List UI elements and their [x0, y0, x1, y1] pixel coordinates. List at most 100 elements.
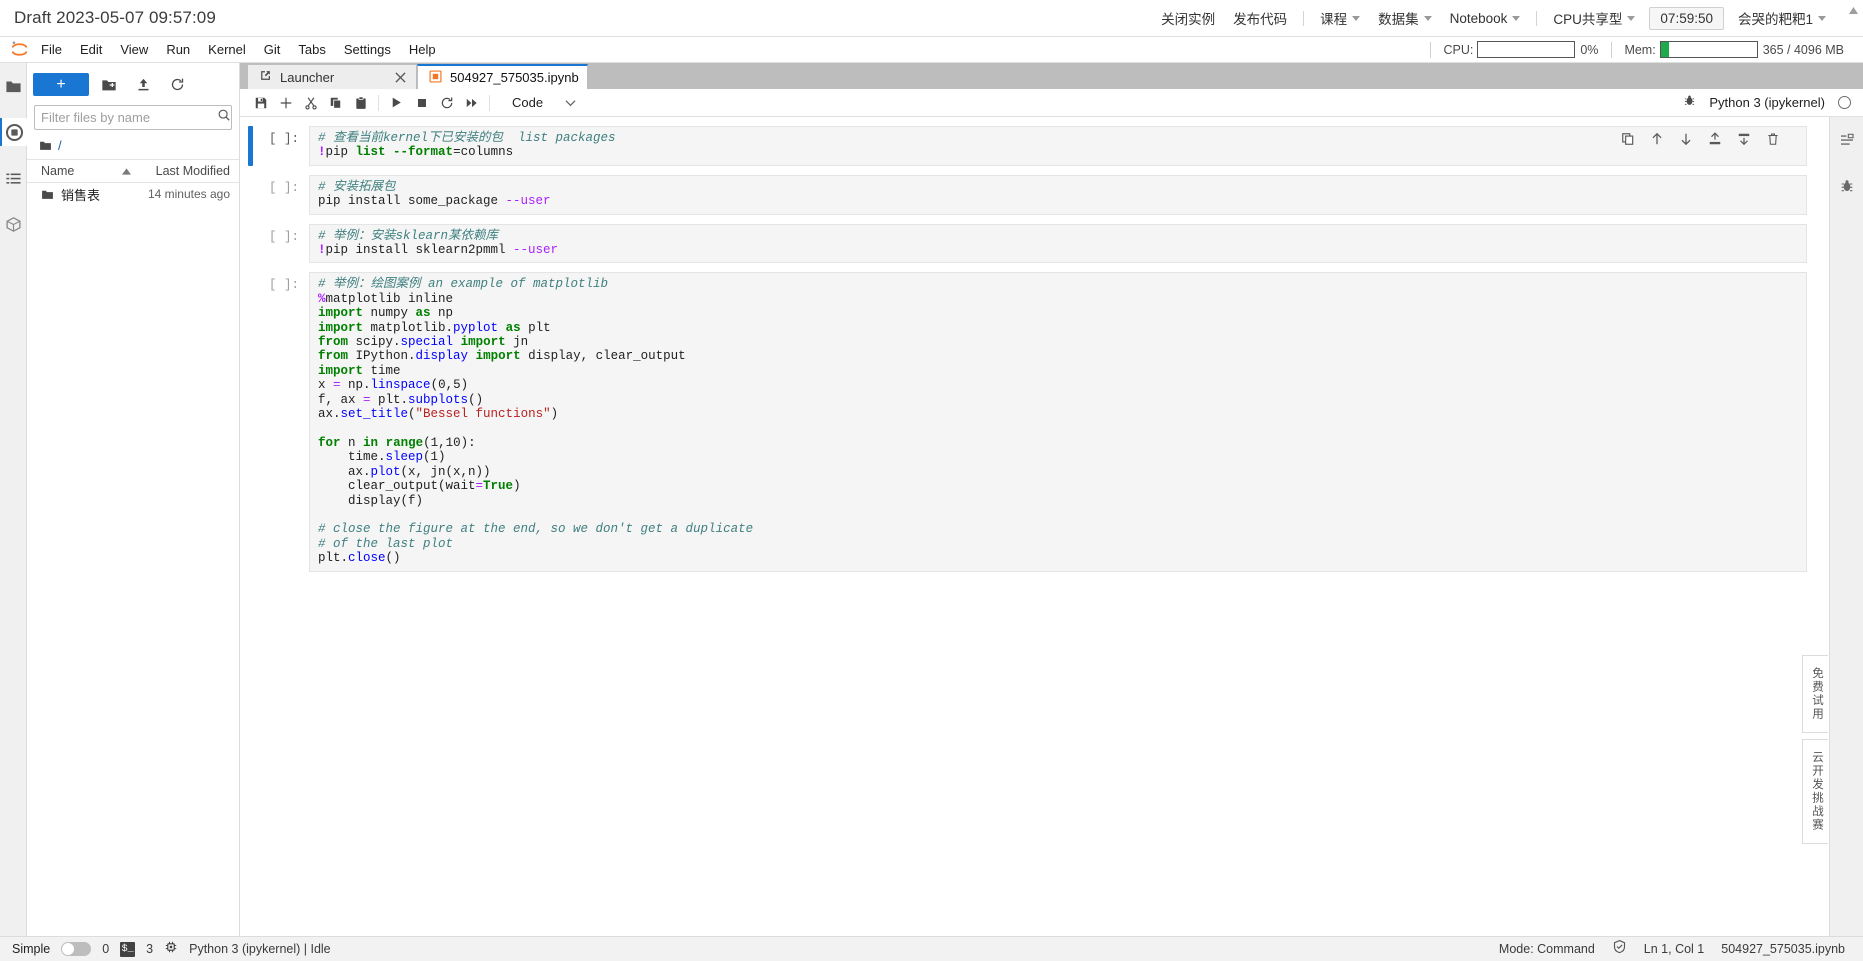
divider	[1611, 41, 1613, 58]
menu-git[interactable]: Git	[255, 39, 290, 60]
instance-spec-label: CPU共享型	[1553, 12, 1623, 27]
notebook-cell[interactable]: [ ]: # 安装拓展包 pip install some_package --us…	[240, 174, 1829, 215]
simple-mode-toggle[interactable]	[61, 942, 92, 956]
new-launcher-button[interactable]: +	[33, 73, 89, 96]
bug-icon[interactable]	[1683, 94, 1696, 112]
restart-run-all-icon[interactable]	[459, 91, 484, 115]
editor-mode: Mode: Command	[1498, 942, 1595, 956]
divider	[1303, 10, 1305, 26]
menu-edit[interactable]: Edit	[71, 39, 111, 60]
cut-icon[interactable]	[298, 91, 323, 115]
cpu-label: CPU:	[1443, 42, 1474, 57]
kernel-chip-icon[interactable]	[164, 940, 178, 959]
file-browser-panel: + Filter files by name / Name Last Modif…	[27, 63, 240, 936]
cell-editor[interactable]: # 查看当前kernel下已安装的包 list packages !pip lis…	[309, 126, 1807, 166]
notebook-cells: [ ]: # 查看当前kernel下已安装的包 list packages !pip…	[240, 117, 1829, 936]
notebook-cell[interactable]: [ ]: # 举例：安装sklearn某依赖库 !pip install sklea…	[240, 223, 1829, 264]
list-item[interactable]: 销售表 14 minutes ago	[27, 183, 239, 205]
notebook-scroll-area[interactable]: [ ]: # 查看当前kernel下已安装的包 list packages !pip…	[240, 117, 1863, 936]
top-bar-actions: 关闭实例 发布代码 课程 数据集 Notebook CPU共享型 07:59:5…	[1152, 0, 1859, 36]
datasets-menu[interactable]: 数据集	[1369, 0, 1441, 36]
cell-editor[interactable]: # 举例：绘图案例 an example of matplotlib %matpl…	[309, 272, 1807, 572]
terminal-count[interactable]: 3	[146, 942, 153, 956]
tab-bar: Launcher 504927_575035.ipynb	[240, 63, 1863, 89]
debugger-icon[interactable]	[1833, 172, 1860, 200]
column-header-last-modified[interactable]: Last Modified	[135, 164, 239, 178]
notebook-cell[interactable]: [ ]: # 查看当前kernel下已安装的包 list packages !pip…	[240, 126, 1829, 166]
menu-file[interactable]: File	[32, 39, 71, 60]
menu-settings[interactable]: Settings	[335, 39, 400, 60]
cloud-challenge-promo-tab[interactable]: 云开发挑战赛	[1802, 739, 1828, 844]
breadcrumb-root[interactable]: /	[58, 138, 62, 153]
cell-editor[interactable]: # 举例：安装sklearn某依赖库 !pip install sklearn2p…	[309, 223, 1807, 264]
cursor-position: Ln 1, Col 1	[1643, 942, 1705, 956]
sidebar-item-table-of-contents[interactable]	[0, 164, 27, 192]
column-header-name[interactable]: Name	[27, 164, 135, 178]
paste-icon[interactable]	[348, 91, 373, 115]
publish-code-button[interactable]: 发布代码	[1224, 0, 1296, 36]
file-filter-input[interactable]	[41, 110, 217, 125]
sidebar-item-running-terminals[interactable]	[0, 118, 27, 146]
launcher-icon	[259, 69, 272, 85]
notebook-menu[interactable]: Notebook	[1441, 0, 1530, 36]
refresh-icon[interactable]	[163, 73, 191, 96]
property-inspector-icon[interactable]	[1833, 126, 1860, 154]
tab-launcher[interactable]: Launcher	[247, 64, 417, 89]
insert-cell-icon[interactable]	[273, 91, 298, 115]
restart-icon[interactable]	[434, 91, 459, 115]
chevron-down-icon	[1627, 16, 1636, 21]
close-icon[interactable]	[393, 70, 408, 85]
chevron-down-icon	[1352, 16, 1361, 21]
run-icon[interactable]	[384, 91, 409, 115]
file-name-label: 销售表	[61, 187, 101, 203]
delete-icon[interactable]	[1765, 131, 1780, 146]
file-modified-cell: 14 minutes ago	[147, 187, 230, 201]
stop-icon[interactable]	[409, 91, 434, 115]
file-filter-box[interactable]	[34, 105, 232, 130]
move-up-icon[interactable]	[1649, 131, 1664, 146]
insert-below-icon[interactable]	[1736, 131, 1751, 146]
mem-usage-bar	[1659, 41, 1758, 58]
cell-type-select[interactable]: Code	[507, 93, 581, 112]
status-bar-right: Mode: Command Ln 1, Col 1 504927_575035.…	[1499, 939, 1851, 959]
copy-icon[interactable]	[323, 91, 348, 115]
breadcrumb[interactable]: /	[27, 130, 239, 159]
menu-tabs[interactable]: Tabs	[289, 39, 334, 60]
jupyter-logo-icon	[6, 37, 32, 63]
folder-icon	[40, 141, 51, 150]
kernel-status-text: Python 3 (ipykernel) | Idle	[189, 942, 331, 956]
insert-above-icon[interactable]	[1707, 131, 1722, 146]
datasets-menu-label: 数据集	[1378, 12, 1419, 27]
tab-notebook[interactable]: 504927_575035.ipynb	[417, 64, 588, 89]
user-menu[interactable]: 会哭的粑粑1	[1729, 0, 1835, 36]
sort-ascending-icon	[122, 164, 132, 178]
move-down-icon[interactable]	[1678, 131, 1693, 146]
kernel-status-indicator[interactable]	[1838, 96, 1851, 109]
menu-view[interactable]: View	[111, 39, 157, 60]
menu-run[interactable]: Run	[157, 39, 199, 60]
sidebar-item-file-browser[interactable]	[0, 72, 27, 100]
instance-spec-menu[interactable]: CPU共享型	[1544, 0, 1644, 36]
save-icon[interactable]	[248, 91, 273, 115]
duplicate-icon[interactable]	[1620, 131, 1635, 146]
cell-editor[interactable]: # 安装拓展包 pip install some_package --user	[309, 174, 1807, 215]
free-trial-promo-tab[interactable]: 免费试用	[1802, 655, 1828, 733]
menu-help[interactable]: Help	[400, 39, 445, 60]
sidebar-item-extension-manager[interactable]	[0, 210, 27, 238]
courses-menu[interactable]: 课程	[1311, 0, 1369, 36]
close-instance-button[interactable]: 关闭实例	[1152, 0, 1224, 36]
new-folder-icon[interactable]	[95, 73, 123, 96]
shield-icon[interactable]	[1612, 939, 1627, 959]
notebook-cell[interactable]: [ ]: # 举例：绘图案例 an example of matplotlib %m…	[240, 272, 1829, 572]
mem-value: 365 / 4096 MB	[1762, 42, 1844, 57]
kernel-name-label[interactable]: Python 3 (ipykernel)	[1709, 95, 1825, 110]
menu-kernel[interactable]: Kernel	[199, 39, 255, 60]
kernel-count[interactable]: 0	[102, 942, 109, 956]
notebook-icon	[429, 69, 442, 86]
scroll-up-arrow[interactable]	[1846, 3, 1861, 17]
cell-prompt: [ ]:	[268, 132, 299, 146]
terminal-icon: $_	[120, 941, 136, 957]
mem-label: Mem:	[1624, 42, 1656, 57]
divider	[489, 94, 490, 111]
upload-icon[interactable]	[129, 73, 157, 96]
